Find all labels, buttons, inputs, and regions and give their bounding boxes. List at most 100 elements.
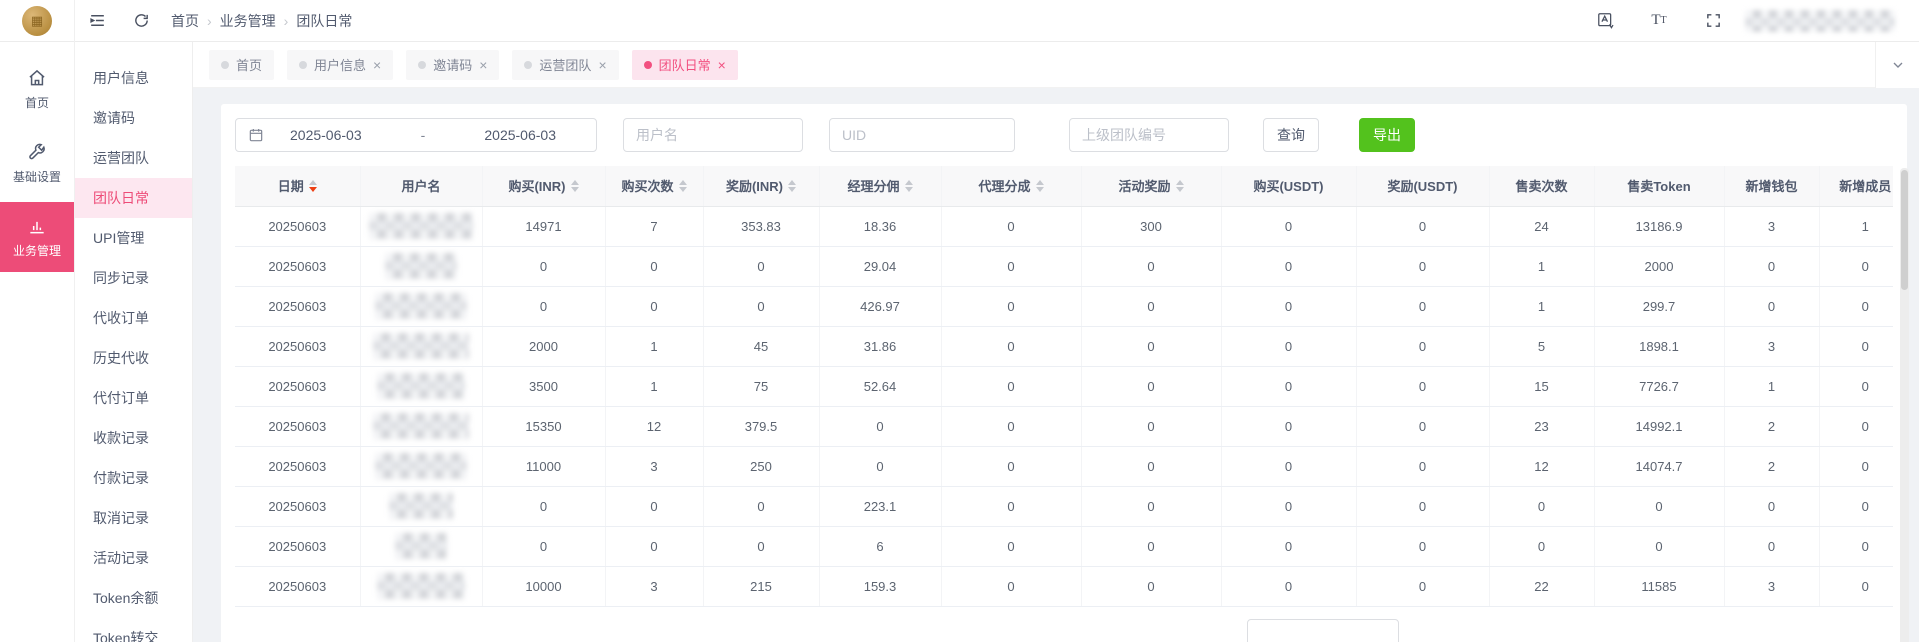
column-header[interactable]: 购买(INR) <box>482 166 606 207</box>
rail-item-chart[interactable]: 业务管理 <box>0 202 74 272</box>
column-header[interactable]: 奖励(INR) <box>703 166 820 207</box>
refresh-icon[interactable] <box>130 10 152 32</box>
column-header[interactable]: 日期 <box>235 166 361 207</box>
sidebar-item[interactable]: Token转交 <box>75 618 192 642</box>
date-cell: 20250603 <box>235 446 361 487</box>
parent-team-input[interactable] <box>1069 118 1229 152</box>
column-header[interactable]: 新增成员 <box>1819 166 1893 207</box>
tab-item[interactable]: 首页 <box>209 49 275 80</box>
sidebar-item[interactable]: 历史代收 <box>75 338 192 378</box>
tab-label: 邀请码 <box>433 58 473 73</box>
sidebar-item[interactable]: 收款记录 <box>75 418 192 458</box>
date-end-value[interactable]: 2025-06-03 <box>484 127 556 143</box>
value-cell: 0 <box>1819 286 1893 327</box>
sidebar-item[interactable]: 活动记录 <box>75 538 192 578</box>
tab-item[interactable]: 邀请码 × <box>406 49 500 80</box>
column-header[interactable]: 经理分佣 <box>819 166 942 207</box>
sort-desc-arrow <box>570 186 579 192</box>
sidebar-item[interactable]: 代收订单 <box>75 298 192 338</box>
value-cell: 0 <box>941 446 1082 487</box>
sidebar-item[interactable]: 付款记录 <box>75 458 192 498</box>
tab-dot <box>418 60 427 69</box>
sidebar-item[interactable]: Token余额 <box>75 578 192 618</box>
tab-close-icon[interactable]: × <box>479 58 487 72</box>
translate-icon[interactable] <box>1594 10 1616 32</box>
table-header-row: 日期 用户名 购买(INR) 购买次数 奖励(INR) 经理分佣 代理分成 活动奖励 购买(US… <box>235 166 1893 207</box>
value-cell: 1 <box>1819 206 1893 247</box>
app-logo[interactable]: ▦ <box>22 5 52 36</box>
tab-list-dropdown-button[interactable] <box>1875 42 1919 88</box>
column-header-inner: 奖励(INR) <box>726 176 797 195</box>
value-cell: 0 <box>1221 326 1357 367</box>
tab-item[interactable]: 用户信息 × <box>287 49 394 80</box>
value-cell: 299.7 <box>1594 286 1725 327</box>
sidebar-collapse-icon[interactable] <box>86 10 108 32</box>
username-blurred <box>373 333 469 359</box>
value-cell: 1 <box>1724 366 1820 407</box>
sort-caret-icon[interactable] <box>308 179 317 192</box>
value-cell: 0 <box>819 406 942 447</box>
sort-caret-icon[interactable] <box>570 179 579 192</box>
tab-item[interactable]: 团队日常 × <box>631 49 738 80</box>
query-button[interactable]: 查询 <box>1263 118 1319 152</box>
date-range-picker[interactable]: 2025-06-03 - 2025-06-03 <box>235 118 597 152</box>
value-cell: 0 <box>1724 526 1820 567</box>
sort-caret-icon[interactable] <box>904 179 913 192</box>
sidebar-item[interactable]: 运营团队 <box>75 138 192 178</box>
value-cell: 0 <box>605 526 704 567</box>
column-header[interactable]: 售卖Token <box>1594 166 1725 207</box>
column-header[interactable]: 购买(USDT) <box>1221 166 1357 207</box>
rail-item-home[interactable]: 首页 <box>0 54 74 124</box>
sort-caret-icon[interactable] <box>678 179 687 192</box>
value-cell: 215 <box>703 566 820 607</box>
sidebar-item[interactable]: 同步记录 <box>75 258 192 298</box>
column-header[interactable]: 奖励(USDT) <box>1356 166 1490 207</box>
tab-close-icon[interactable]: × <box>598 58 606 72</box>
sort-caret-icon[interactable] <box>788 179 797 192</box>
column-header[interactable]: 新增钱包 <box>1724 166 1820 207</box>
tab-item[interactable]: 运营团队 × <box>512 49 619 80</box>
breadcrumb-item[interactable]: 团队日常 <box>296 11 352 31</box>
value-cell: 0 <box>703 286 820 327</box>
export-button[interactable]: 导出 <box>1359 118 1415 152</box>
value-cell: 14992.1 <box>1594 406 1725 447</box>
date-start-value[interactable]: 2025-06-03 <box>290 127 362 143</box>
column-header[interactable]: 用户名 <box>360 166 483 207</box>
calendar-icon <box>248 127 264 143</box>
page-size-select[interactable] <box>1247 618 1399 642</box>
column-header[interactable]: 活动奖励 <box>1081 166 1222 207</box>
breadcrumb-item[interactable]: 业务管理 <box>220 11 276 31</box>
vertical-scrollbar[interactable] <box>1900 168 1909 642</box>
scrollbar-thumb[interactable] <box>1901 170 1908 290</box>
value-cell: 12 <box>1489 446 1595 487</box>
username-input[interactable] <box>623 118 803 152</box>
tab-close-icon[interactable]: × <box>718 58 726 72</box>
column-header-inner: 代理分成 <box>978 176 1044 195</box>
value-cell: 18.36 <box>819 206 942 247</box>
column-header[interactable]: 购买次数 <box>605 166 704 207</box>
sidebar-item[interactable]: 取消记录 <box>75 498 192 538</box>
value-cell: 0 <box>482 486 606 527</box>
value-cell: 0 <box>941 366 1082 407</box>
sidebar-item[interactable]: 团队日常 <box>75 178 192 218</box>
user-account-blurred[interactable] <box>1745 9 1895 32</box>
value-cell: 45 <box>703 326 820 367</box>
breadcrumb-item[interactable]: 首页 <box>171 11 199 31</box>
sidebar-item[interactable]: UPI管理 <box>75 218 192 258</box>
sort-caret-icon[interactable] <box>1175 179 1184 192</box>
sidebar-item[interactable]: 代付订单 <box>75 378 192 418</box>
column-header-label: 购买(USDT) <box>1253 179 1324 195</box>
sort-caret-icon[interactable] <box>1035 179 1044 192</box>
fullscreen-icon[interactable] <box>1702 10 1724 32</box>
uid-input[interactable] <box>829 118 1015 152</box>
sidebar-item[interactable]: 用户信息 <box>75 58 192 98</box>
column-header[interactable]: 售卖次数 <box>1489 166 1595 207</box>
sidebar-item[interactable]: 邀请码 <box>75 98 192 138</box>
rail-item-wrench[interactable]: 基础设置 <box>0 128 74 198</box>
font-size-icon[interactable]: TT <box>1648 10 1670 32</box>
column-header[interactable]: 代理分成 <box>941 166 1082 207</box>
sort-desc-arrow <box>678 186 687 192</box>
value-cell: 159.3 <box>819 566 942 607</box>
tab-close-icon[interactable]: × <box>373 58 381 72</box>
value-cell: 1 <box>605 326 704 367</box>
